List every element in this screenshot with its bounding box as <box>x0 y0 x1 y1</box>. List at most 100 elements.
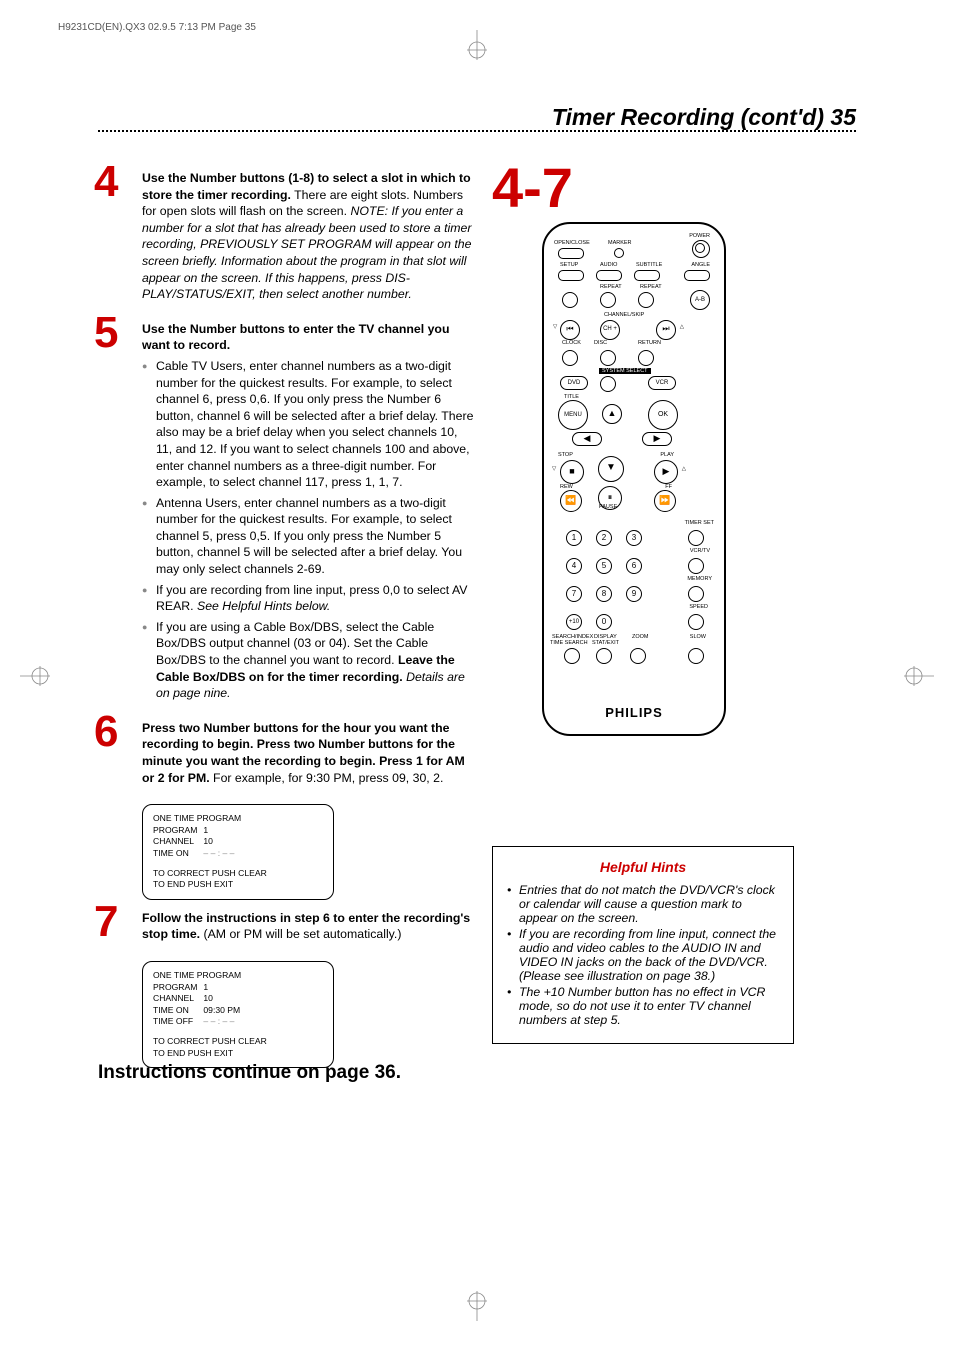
hint-3: The +10 Number button has no effect in V… <box>507 985 779 1027</box>
left-column: 4 Use the Number buttons (1-8) to select… <box>98 170 476 1078</box>
clock-button <box>562 350 578 366</box>
channel-skip-label: CHANNEL/SKIP <box>604 312 644 318</box>
speed-label: SPEED <box>689 604 708 610</box>
osd1-footer1: TO CORRECT PUSH CLEAR <box>153 868 323 880</box>
timer-set-button <box>688 530 704 546</box>
step-4-number: 4 <box>94 160 118 204</box>
memory-button <box>688 586 704 602</box>
skip-back-button: ⏮ <box>560 320 580 340</box>
reg-mark-right <box>904 666 934 686</box>
subtitle-label: SUBTITLE <box>636 262 662 268</box>
osd-box-2: ONE TIME PROGRAM PROGRAM1 CHANNEL10 TIME… <box>142 961 334 1068</box>
search-button <box>564 648 580 664</box>
stat-exit-label: STAT/EXIT <box>592 640 619 646</box>
num-0-button: 0 <box>596 614 612 630</box>
helpful-hints-box: Helpful Hints Entries that do not match … <box>492 846 794 1044</box>
rew-button: ⏪ <box>560 490 582 512</box>
step-5: 5 Use the Number buttons to enter the TV… <box>98 321 476 702</box>
hints-list: Entries that do not match the DVD/VCR's … <box>507 883 779 1027</box>
num-9-button: 9 <box>626 586 642 602</box>
play-button: ▶ <box>654 460 678 484</box>
num-2-button: 2 <box>596 530 612 546</box>
clock-label: CLOCK <box>562 340 581 346</box>
stop-label: STOP <box>558 452 573 458</box>
return-label: RETURN <box>638 340 661 346</box>
skip-fwd-button: ⏭ <box>656 320 676 340</box>
repeat-label-2: REPEAT <box>640 284 662 290</box>
step-6-body: Press two Number buttons for the hour yo… <box>142 721 465 785</box>
disc-button <box>600 350 616 366</box>
step-5-bullet-2: Antenna Users, enter channel numbers as … <box>142 495 476 578</box>
power-button <box>692 240 710 258</box>
ab-button: A-B <box>690 290 710 310</box>
num-4-button: 4 <box>566 558 582 574</box>
osd1-title: ONE TIME PROGRAM <box>153 813 323 825</box>
audio-label: AUDIO <box>600 262 617 268</box>
return-button <box>638 350 654 366</box>
num-6-button: 6 <box>626 558 642 574</box>
num-5-button: 5 <box>596 558 612 574</box>
remote-illustration: OPEN/CLOSE MARKER POWER SETUP AUDIO SUBT… <box>542 222 726 736</box>
step-5-bullet-3: If you are recording from line input, pr… <box>142 582 476 615</box>
repeat-label: REPEAT <box>600 284 622 290</box>
btn-r3-1 <box>562 292 578 308</box>
time-search-label: TIME SEARCH <box>550 640 588 646</box>
osd-box-1: ONE TIME PROGRAM PROGRAM1 CHANNEL10 TIME… <box>142 804 334 900</box>
vcr-button: VCR <box>648 376 676 390</box>
system-button <box>600 376 616 392</box>
num-8-button: 8 <box>596 586 612 602</box>
num-7-button: 7 <box>566 586 582 602</box>
right-arrow-button: ▶ <box>642 432 672 446</box>
open-close-label: OPEN/CLOSE <box>554 240 590 246</box>
open-close-button <box>558 248 584 259</box>
step-5-bullet-4: If you are using a Cable Box/DBS, select… <box>142 619 476 702</box>
hint-1: Entries that do not match the DVD/VCR's … <box>507 883 779 925</box>
step-5-bullet-1: Cable TV Users, enter channel numbers as… <box>142 358 476 491</box>
up-arrow-button: ▲ <box>602 404 622 424</box>
step-5-number: 5 <box>94 311 118 355</box>
step-4: 4 Use the Number buttons (1-8) to select… <box>98 170 476 303</box>
step-6-number: 6 <box>94 710 118 754</box>
hint-2: If you are recording from line input, co… <box>507 927 779 983</box>
angle-button <box>684 270 710 281</box>
file-header: H9231CD(EN).QX3 02.9.5 7:13 PM Page 35 <box>58 22 256 33</box>
num-3-button: 3 <box>626 530 642 546</box>
ch-plus-button: CH + <box>600 320 620 340</box>
reg-mark-top <box>467 30 487 60</box>
step-4-body: Use the Number buttons (1-8) to select a… <box>142 171 471 301</box>
zoom-label: ZOOM <box>632 634 649 640</box>
timer-set-label: TIMER SET <box>685 520 714 526</box>
step-6: 6 Press two Number buttons for the hour … <box>98 720 476 786</box>
slow-label: SLOW <box>690 634 706 640</box>
ok-button: OK <box>648 400 678 430</box>
osd2-title: ONE TIME PROGRAM <box>153 970 323 982</box>
setup-button <box>558 270 584 281</box>
disc-label: DISC <box>594 340 607 346</box>
right-column: 4-7 OPEN/CLOSE MARKER POWER SETUP AUDIO … <box>492 160 772 736</box>
system-select-label: SYSTEM SELECT <box>599 368 651 374</box>
reg-mark-left <box>20 666 50 686</box>
step-5-bullets: Cable TV Users, enter channel numbers as… <box>142 358 476 702</box>
osd2-footer1: TO CORRECT PUSH CLEAR <box>153 1036 323 1048</box>
step-7: 7 Follow the instructions in step 6 to e… <box>98 910 476 943</box>
setup-label: SETUP <box>560 262 578 268</box>
step-5-lead: Use the Number buttons to enter the TV c… <box>142 322 449 353</box>
hints-title: Helpful Hints <box>507 859 779 875</box>
vcr-tv-label: VCR/TV <box>690 548 710 554</box>
osd1-footer2: TO END PUSH EXIT <box>153 879 323 891</box>
left-arrow-button: ◀ <box>572 432 602 446</box>
angle-label: ANGLE <box>691 262 710 268</box>
page-title: Timer Recording (cont'd) 35 <box>552 104 856 131</box>
ff-button: ⏩ <box>654 490 676 512</box>
memory-label: MEMORY <box>687 576 712 582</box>
osd2-footer2: TO END PUSH EXIT <box>153 1048 323 1060</box>
subtitle-button <box>634 270 660 281</box>
btn-r3-3 <box>638 292 654 308</box>
continue-text: Instructions continue on page 36. <box>98 1062 401 1084</box>
power-label: POWER <box>689 233 710 239</box>
play-label: PLAY <box>660 452 674 458</box>
menu-button: MENU <box>558 400 588 430</box>
remote-brand: PHILIPS <box>544 705 724 720</box>
num-plus10-button: +10 <box>566 614 582 630</box>
pause-button: ⏸ <box>598 486 622 510</box>
